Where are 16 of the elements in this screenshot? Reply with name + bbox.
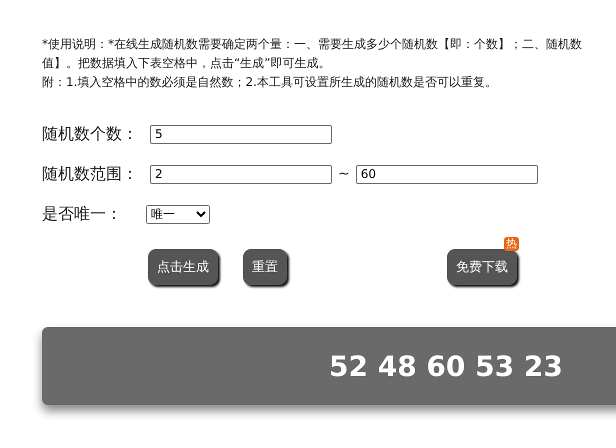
field-label: 随机数个数：	[42, 124, 139, 144]
action-button[interactable]: 点击生成	[148, 249, 218, 285]
range-separator: ~	[338, 166, 350, 182]
download-button[interactable]: 免费下载	[447, 249, 517, 285]
hot-badge: 热	[504, 237, 519, 251]
range-min-field[interactable]: 2	[150, 164, 332, 184]
instruction-text: *使用说明：*在线生成随机数需要确定两个量：一、需要生成多少个随机数【即：个数】；二、随机数	[42, 36, 583, 53]
unique-select[interactable]: 唯一	[146, 204, 210, 224]
result-numbers: 52 48 60 53 23	[329, 350, 563, 382]
range-max-field[interactable]: 60	[356, 164, 538, 184]
instruction-text: 附：1.填入空格中的数必须是自然数；2.本工具可设置所生成的随机数是否可以重复。	[42, 74, 498, 91]
count-field[interactable]: 5	[150, 124, 332, 144]
instruction-text: 值】。把数据填入下表空格中，点击“生成”即可生成。	[42, 55, 332, 72]
field-label: 是否唯一：	[42, 204, 123, 224]
field-label: 随机数范围：	[42, 164, 139, 184]
action-button[interactable]: 重置	[243, 249, 287, 285]
